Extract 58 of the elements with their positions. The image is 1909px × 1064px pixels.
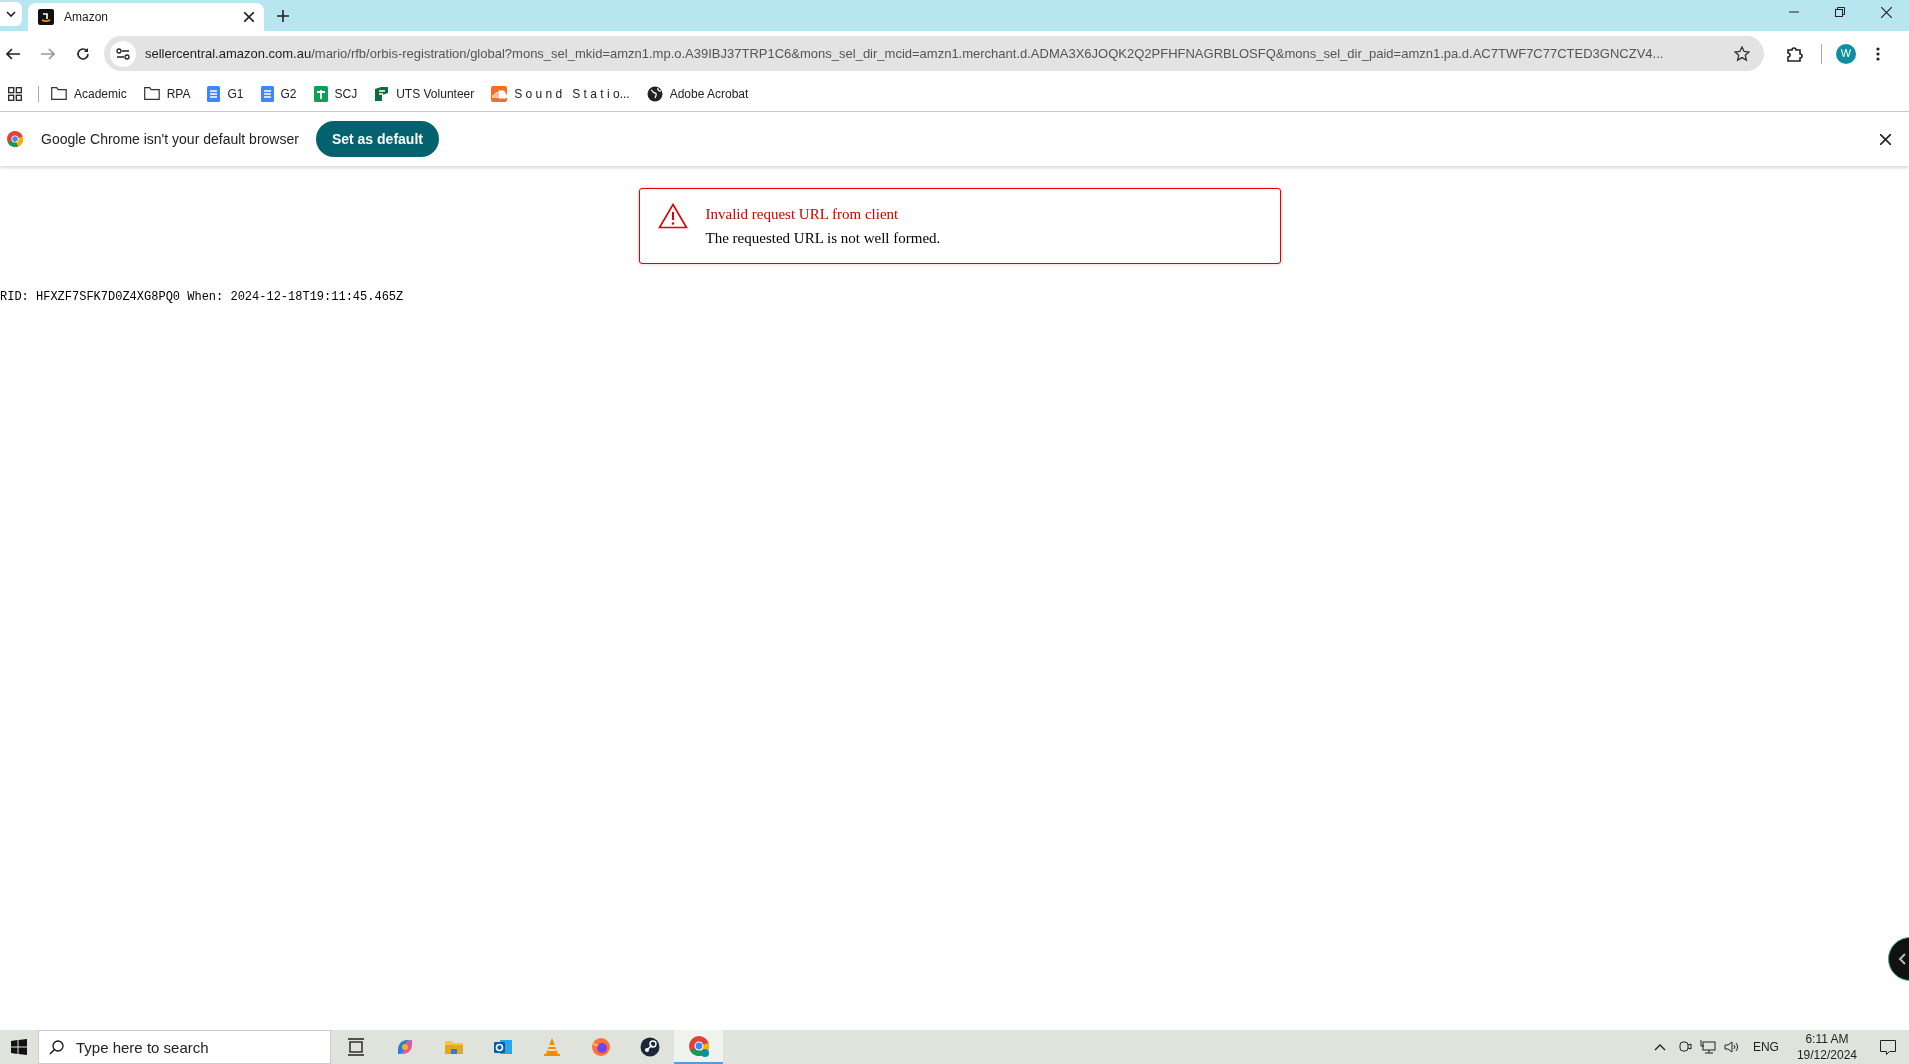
back-arrow-icon xyxy=(6,47,20,60)
folder-icon xyxy=(143,87,160,100)
bookmark-star-icon[interactable] xyxy=(1734,45,1750,62)
site-settings-icon[interactable] xyxy=(110,40,136,67)
minimize-icon xyxy=(1789,11,1799,13)
url-text: sellercentral.amazon.com.au/mario/rfb/orbis-registration/global?mons_sel_mkid=amzn1.mp.o.A39IBJ37TRP1C6&mons_sel_dir_mcid=amzn1.merchant.d.ADMA3X6JOQK2Q2PFHFNAGRBLOSFQ&mons_sel_dir_paid=amzn1.pa.d.AC7TWF7C77CTED3GNCZV4... xyxy=(145,44,1664,63)
address-bar[interactable] xyxy=(104,36,1764,71)
folder-icon xyxy=(51,87,67,100)
volume-icon[interactable] xyxy=(1723,1040,1740,1054)
chrome-logo-icon xyxy=(7,131,23,147)
set-as-default-button[interactable]: Set as default xyxy=(315,121,439,157)
forward-arrow-icon xyxy=(41,47,55,60)
globe-icon xyxy=(646,85,663,102)
tab-title: Amazon xyxy=(64,9,109,26)
apps-grid-icon[interactable] xyxy=(8,86,22,101)
bookmark-item[interactable]: G2 xyxy=(254,80,303,107)
bookmark-item[interactable]: Adobe Acrobat xyxy=(640,80,755,107)
taskbar-search-box[interactable]: Type here to search xyxy=(38,1030,331,1064)
cloud-logo-icon xyxy=(491,85,508,102)
bookmark-item[interactable]: S o u n d S t a t i o... xyxy=(485,80,636,107)
clock-time: 6:11 AM xyxy=(1805,1031,1849,1047)
taskbar-search-field[interactable]: Type here to search xyxy=(76,1031,316,1063)
chevron-down-icon xyxy=(6,10,16,18)
request-info: RID: HFXZF7SFK7D0Z4XG8PQ0 When: 2024-12-18T19:11:45.465Z xyxy=(0,289,405,306)
close-icon xyxy=(1879,133,1891,145)
tab-search-button[interactable] xyxy=(0,2,22,26)
document-icon xyxy=(207,85,221,102)
close-icon xyxy=(1880,6,1892,18)
language-indicator[interactable]: ENG xyxy=(1752,1038,1779,1056)
profile-avatar[interactable]: W xyxy=(1836,43,1856,64)
clock[interactable]: 6:11 AM 19/12/2024 xyxy=(1796,1031,1857,1063)
error-message: The requested URL is not well formed. xyxy=(705,229,941,248)
close-tab-icon[interactable] xyxy=(244,12,254,22)
chrome-logo-icon xyxy=(687,1035,710,1057)
reload-icon xyxy=(76,46,90,61)
windows-logo-icon xyxy=(11,1039,27,1055)
warning-icon xyxy=(657,203,688,229)
extensions-icon[interactable] xyxy=(1786,44,1804,63)
bookmark-item[interactable]: SCJ xyxy=(307,80,364,107)
default-browser-message: Google Chrome isn't your default browser xyxy=(41,129,299,149)
restore-icon xyxy=(1835,7,1845,17)
chevron-left-icon xyxy=(1898,953,1906,965)
clock-date: 19/12/2024 xyxy=(1796,1047,1857,1063)
chevron-up-icon[interactable] xyxy=(1653,1043,1666,1051)
bookmark-item[interactable]: G1 xyxy=(201,80,250,107)
document-icon xyxy=(260,85,274,102)
search-icon xyxy=(49,1039,64,1055)
camera-icon[interactable] xyxy=(1677,1039,1692,1055)
network-icon[interactable] xyxy=(1699,1040,1716,1054)
bookmark-item[interactable]: Academic xyxy=(45,80,133,107)
bookmark-item[interactable]: RPA xyxy=(137,80,197,107)
speech-bubble-icon xyxy=(1880,1039,1896,1055)
error-title: Invalid request URL from client xyxy=(705,205,900,224)
menu-icon[interactable] xyxy=(1876,46,1880,61)
browser-tab[interactable]: Amazon xyxy=(28,3,264,31)
spreadsheet-icon xyxy=(313,85,328,102)
bookmark-item[interactable]: UTS Volunteer xyxy=(368,80,481,107)
plus-icon xyxy=(277,10,289,22)
